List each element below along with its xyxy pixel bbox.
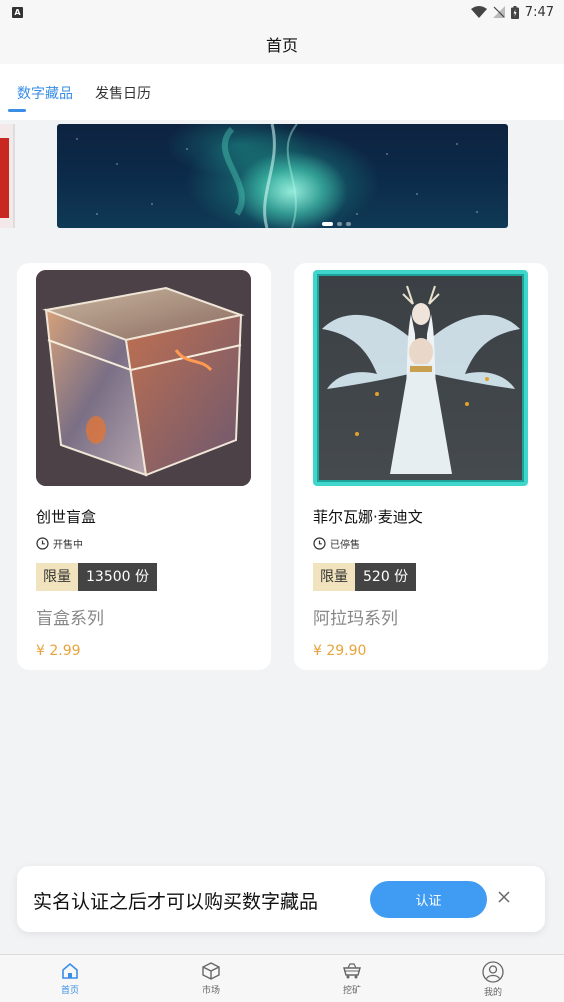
limit-badge: 限量 13500 份 [36,563,157,591]
clock-icon [313,537,326,550]
verification-message: 实名认证之后才可以购买数字藏品 [33,891,319,913]
nav-label: 市场 [201,986,220,996]
nav-profile[interactable]: 我的 [463,961,523,998]
nav-label: 挖矿 [342,986,361,996]
limit-count: 520 份 [355,563,417,591]
aurora-art [222,124,298,228]
product-card[interactable]: 创世盲盒 开售中 限量 13500 份 盲盒系列 ¥ 2.99 [17,263,271,670]
clock: 7:47 [524,4,554,20]
carousel-dot[interactable] [337,222,342,226]
battery-icon [510,5,519,19]
verification-prompt: 实名认证之后才可以购买数字藏品 认证 [17,866,545,932]
carousel-dot[interactable] [346,222,351,226]
user-icon [482,961,504,983]
bottom-nav: 首页 市场 挖矿 我的 [0,954,564,1002]
cube-icon [202,962,220,980]
active-tab-indicator [8,109,26,112]
home-icon [62,962,78,979]
product-image-mystery-box[interactable] [36,270,251,486]
status-left: A [12,6,23,18]
sale-status-text: 开售中 [53,540,83,551]
carousel-dot-active[interactable] [322,222,333,226]
product-card[interactable]: 菲尔瓦娜·麦迪文 已停售 限量 520 份 阿拉玛系列 ¥ 29.90 [294,263,548,670]
banner-carousel[interactable] [0,120,564,236]
nav-home[interactable]: 首页 [40,961,100,996]
nav-market[interactable]: 市场 [181,961,241,996]
page-header: 首页 [0,24,564,64]
page-title: 首页 [265,36,298,55]
nav-label: 我的 [483,988,502,998]
nav-mining[interactable]: 挖矿 [322,961,382,996]
signal-icon [492,6,505,18]
limit-label: 限量 [36,563,78,591]
nav-label: 首页 [60,986,79,996]
product-price: ¥ 29.90 [313,643,367,659]
verify-button[interactable]: 认证 [370,881,487,918]
status-right: 7:47 [470,4,554,20]
limit-count: 13500 份 [78,563,157,591]
wifi-icon [470,6,487,18]
product-image-fairy[interactable] [313,270,528,486]
close-icon[interactable] [495,888,513,906]
limit-badge: 限量 520 份 [313,563,417,591]
tab-release-calendar[interactable]: 发售日历 [95,83,151,103]
sale-status-text: 已停售 [330,540,360,551]
product-title: 创世盲盒 [36,508,97,526]
product-series: 阿拉玛系列 [313,609,398,629]
product-series: 盲盒系列 [36,609,104,629]
notification-icon: A [12,6,23,18]
tab-bar: 数字藏品 发售日历 [0,64,564,120]
banner-image[interactable] [57,124,508,228]
tab-digital-collectibles[interactable]: 数字藏品 [17,83,73,103]
product-title: 菲尔瓦娜·麦迪文 [313,508,423,526]
status-bar: A 7:47 [0,0,564,24]
product-price: ¥ 2.99 [36,643,81,659]
banner-peek-art [0,138,9,218]
clock-icon [36,537,49,550]
sale-status: 开售中 [36,536,83,551]
sale-status: 已停售 [313,536,360,551]
fairy-art [322,285,520,474]
carousel-dots [322,222,351,226]
mystery-box-art [36,270,251,486]
banner-previous-peek[interactable] [0,124,15,228]
limit-label: 限量 [313,563,355,591]
mining-cart-icon [343,963,361,979]
